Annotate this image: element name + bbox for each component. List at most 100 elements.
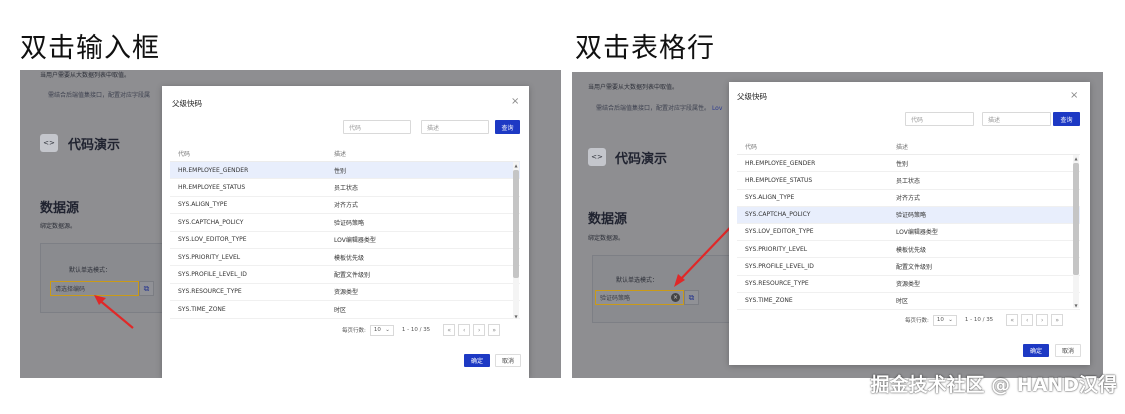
first-page-icon[interactable]: « [443, 324, 456, 336]
table-row[interactable]: SYS.TIME_ZONE 时区 [737, 293, 1080, 310]
row-desc: 员工状态 [896, 177, 921, 185]
row-code: SYS.ALIGN_TYPE [178, 201, 228, 209]
row-desc: 验证码策略 [896, 212, 927, 220]
lov-table: 代码 描述 HR.EMPLOYEE_GENDER 性别 HR.EMPLOYEE_S… [170, 145, 520, 319]
table-scrollbar[interactable]: ▲ ▼ [513, 162, 519, 319]
code-icon[interactable]: <> [40, 134, 58, 152]
next-page-icon[interactable]: › [473, 324, 486, 336]
row-desc: 时区 [896, 298, 909, 306]
code-query-input[interactable]: 代码 [343, 120, 411, 134]
lov-table: 代码 描述 HR.EMPLOYEE_GENDER 性别 HR.EMPLOYEE_S… [737, 138, 1080, 310]
bg-description: 当用户需要从大数据列表中取值。 [588, 84, 679, 91]
clear-icon[interactable]: × [671, 293, 680, 302]
row-desc: LOV编辑器类型 [334, 237, 376, 245]
ok-button[interactable]: 确定 [464, 354, 490, 367]
default-mode-label: 默认单选模式： [69, 267, 112, 274]
prev-page-icon[interactable]: ‹ [458, 324, 471, 336]
row-code: HR.EMPLOYEE_GENDER [745, 159, 816, 167]
row-desc: 资源类型 [334, 289, 359, 297]
table-header: 代码 描述 [737, 138, 1080, 155]
first-page-icon[interactable]: « [1006, 314, 1019, 326]
row-code: SYS.ALIGN_TYPE [745, 194, 795, 202]
cancel-button[interactable]: 取消 [1055, 344, 1081, 357]
row-desc: 资源类型 [896, 281, 921, 289]
lov-input[interactable]: 验证码策略 × [595, 290, 684, 305]
code-icon[interactable]: <> [588, 148, 606, 166]
header-desc: 描述 [896, 143, 909, 151]
row-code: SYS.TIME_ZONE [178, 305, 226, 313]
chevron-down-icon: ⌄ [385, 327, 390, 333]
scroll-down-icon[interactable]: ▼ [1073, 302, 1079, 308]
lov-search-icon[interactable]: ⧉ [139, 281, 154, 296]
query-button[interactable]: 查询 [495, 120, 520, 134]
scroll-thumb[interactable] [513, 170, 519, 278]
table-row[interactable]: HR.EMPLOYEE_GENDER 性别 [170, 162, 520, 180]
row-code: SYS.PROFILE_LEVEL_ID [745, 262, 814, 270]
row-code: SYS.CAPTCHA_POLICY [178, 218, 244, 226]
bg-note: 需结合后端值集接口，配置对应字段属性。 Lov [596, 103, 722, 112]
pagination: 每页行数: 10 ⌄ 1 - 10 / 35 « ‹ › » [342, 324, 501, 336]
table-row[interactable]: SYS.LOV_EDITOR_TYPE LOV编辑器类型 [737, 224, 1080, 242]
page-size-value: 10 [373, 327, 381, 333]
table-row[interactable]: HR.EMPLOYEE_STATUS 员工状态 [737, 172, 1080, 190]
table-row[interactable]: SYS.ALIGN_TYPE 对齐方式 [737, 189, 1080, 207]
table-row[interactable]: SYS.LOV_EDITOR_TYPE LOV编辑器类型 [170, 232, 520, 249]
table-row[interactable]: SYS.PRIORITY_LEVEL 模板优先级 [737, 241, 1080, 259]
query-button[interactable]: 查询 [1053, 112, 1080, 126]
page-size-select[interactable]: 10 ⌄ [932, 314, 957, 326]
table-row[interactable]: HR.EMPLOYEE_GENDER 性别 [737, 155, 1080, 173]
row-code: HR.EMPLOYEE_STATUS [745, 176, 813, 184]
scroll-up-icon[interactable]: ▲ [1073, 155, 1079, 161]
table-row[interactable]: SYS.PROFILE_LEVEL_ID 配置文件级别 [737, 258, 1080, 276]
table-row[interactable]: SYS.RESOURCE_TYPE 资源类型 [170, 284, 520, 302]
last-page-icon[interactable]: » [488, 324, 501, 336]
close-icon[interactable]: × [1070, 90, 1078, 101]
scroll-up-icon[interactable]: ▲ [513, 162, 519, 168]
row-desc: 配置文件级别 [896, 263, 933, 271]
ok-button[interactable]: 确定 [1023, 344, 1049, 357]
page-size-select[interactable]: 10 ⌄ [369, 324, 394, 336]
lov-search-icon[interactable]: ⧉ [684, 290, 699, 305]
row-code: SYS.CAPTCHA_POLICY [745, 211, 811, 219]
table-row[interactable]: SYS.PRIORITY_LEVEL 模板优先级 [170, 249, 520, 267]
row-desc: 对齐方式 [334, 202, 359, 210]
row-code: SYS.PROFILE_LEVEL_ID [178, 271, 247, 279]
table-row[interactable]: SYS.TIME_ZONE 时区 [170, 301, 520, 319]
comparison-figure: 双击输入框 双击表格行 当用户需要从大数据列表中取值。 需结合后端值集接口，配置… [0, 0, 1125, 414]
row-code: SYS.PRIORITY_LEVEL [178, 253, 241, 261]
table-row[interactable]: SYS.RESOURCE_TYPE 资源类型 [737, 275, 1080, 293]
row-code: SYS.TIME_ZONE [745, 297, 793, 305]
row-code: HR.EMPLOYEE_STATUS [178, 184, 246, 192]
next-page-icon[interactable]: › [1036, 314, 1049, 326]
red-arrow-icon [94, 295, 134, 329]
lov-link[interactable]: Lov [712, 105, 722, 112]
modal-title: 父级快码 [737, 92, 767, 101]
scroll-thumb[interactable] [1073, 163, 1079, 275]
desc-query-input[interactable]: 描述 [982, 112, 1051, 126]
cancel-button[interactable]: 取消 [495, 354, 521, 367]
row-desc: LOV编辑器类型 [896, 229, 938, 237]
page-size-value: 10 [936, 317, 944, 323]
right-screenshot: 当用户需要从大数据列表中取值。 需结合后端值集接口，配置对应字段属性。 Lov … [572, 72, 1103, 378]
left-heading: 双击输入框 [20, 33, 160, 64]
row-code: HR.EMPLOYEE_GENDER [178, 166, 249, 174]
bg-note: 需结合后端值集接口，配置对应字段属 [48, 92, 151, 99]
code-query-input[interactable]: 代码 [905, 112, 974, 126]
table-row[interactable]: SYS.CAPTCHA_POLICY 验证码策略 [737, 206, 1080, 224]
table-scrollbar[interactable]: ▲ ▼ [1073, 155, 1079, 308]
prev-page-icon[interactable]: ‹ [1021, 314, 1034, 326]
scroll-down-icon[interactable]: ▼ [513, 313, 519, 319]
row-desc: 配置文件级别 [334, 272, 371, 280]
row-desc: 模板优先级 [896, 246, 927, 254]
table-row[interactable]: HR.EMPLOYEE_STATUS 员工状态 [170, 179, 520, 197]
datasource-title: 数据源 [40, 201, 80, 216]
default-mode-label: 默认单选模式： [616, 277, 659, 284]
header-code: 代码 [178, 150, 191, 158]
table-row[interactable]: SYS.ALIGN_TYPE 对齐方式 [170, 197, 520, 215]
table-row[interactable]: SYS.PROFILE_LEVEL_ID 配置文件级别 [170, 266, 520, 284]
row-desc: 时区 [334, 306, 347, 314]
close-icon[interactable]: × [511, 96, 519, 107]
last-page-icon[interactable]: » [1051, 314, 1064, 326]
table-row[interactable]: SYS.CAPTCHA_POLICY 验证码策略 [170, 214, 520, 232]
desc-query-input[interactable]: 描述 [421, 120, 489, 134]
